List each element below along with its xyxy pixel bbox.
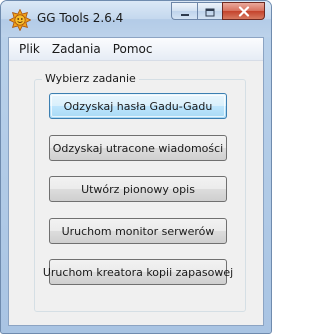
backup-wizard-button[interactable]: Uruchom kreatora kopii zapasowej [43,259,233,285]
maximize-button[interactable] [197,2,222,20]
menu-file[interactable]: Plik [13,39,46,59]
minimize-icon [180,2,190,21]
caption-buttons [171,2,265,22]
client-area: Plik Zadania Pomoc Wybierz zadanie Odzys… [8,37,264,326]
maximize-icon [205,2,215,21]
create-vertical-description-button[interactable]: Utwórz pionowy opis [49,176,227,202]
menu-tasks[interactable]: Zadania [46,39,107,59]
app-icon[interactable] [8,8,32,32]
title-bar[interactable]: GG Tools 2.6.4 [1,1,271,37]
window-title: GG Tools 2.6.4 [37,11,124,25]
minimize-button[interactable] [171,2,197,20]
app-window: GG Tools 2.6.4 Plik Zadania Pomoc Wybier… [0,0,272,334]
close-button[interactable] [222,2,265,20]
task-group-legend: Wybierz zadanie [42,72,139,85]
server-monitor-button[interactable]: Uruchom monitor serwerów [49,218,227,244]
recover-passwords-button[interactable]: Odzyskaj hasła Gadu-Gadu [49,93,227,119]
menu-bar: Plik Zadania Pomoc [9,38,263,61]
task-group: Wybierz zadanie Odzyskaj hasła Gadu-Gadu… [34,72,246,312]
close-icon [238,2,250,21]
recover-messages-button[interactable]: Odzyskaj utracone wiadomości [49,135,227,161]
menu-help[interactable]: Pomoc [107,39,159,59]
